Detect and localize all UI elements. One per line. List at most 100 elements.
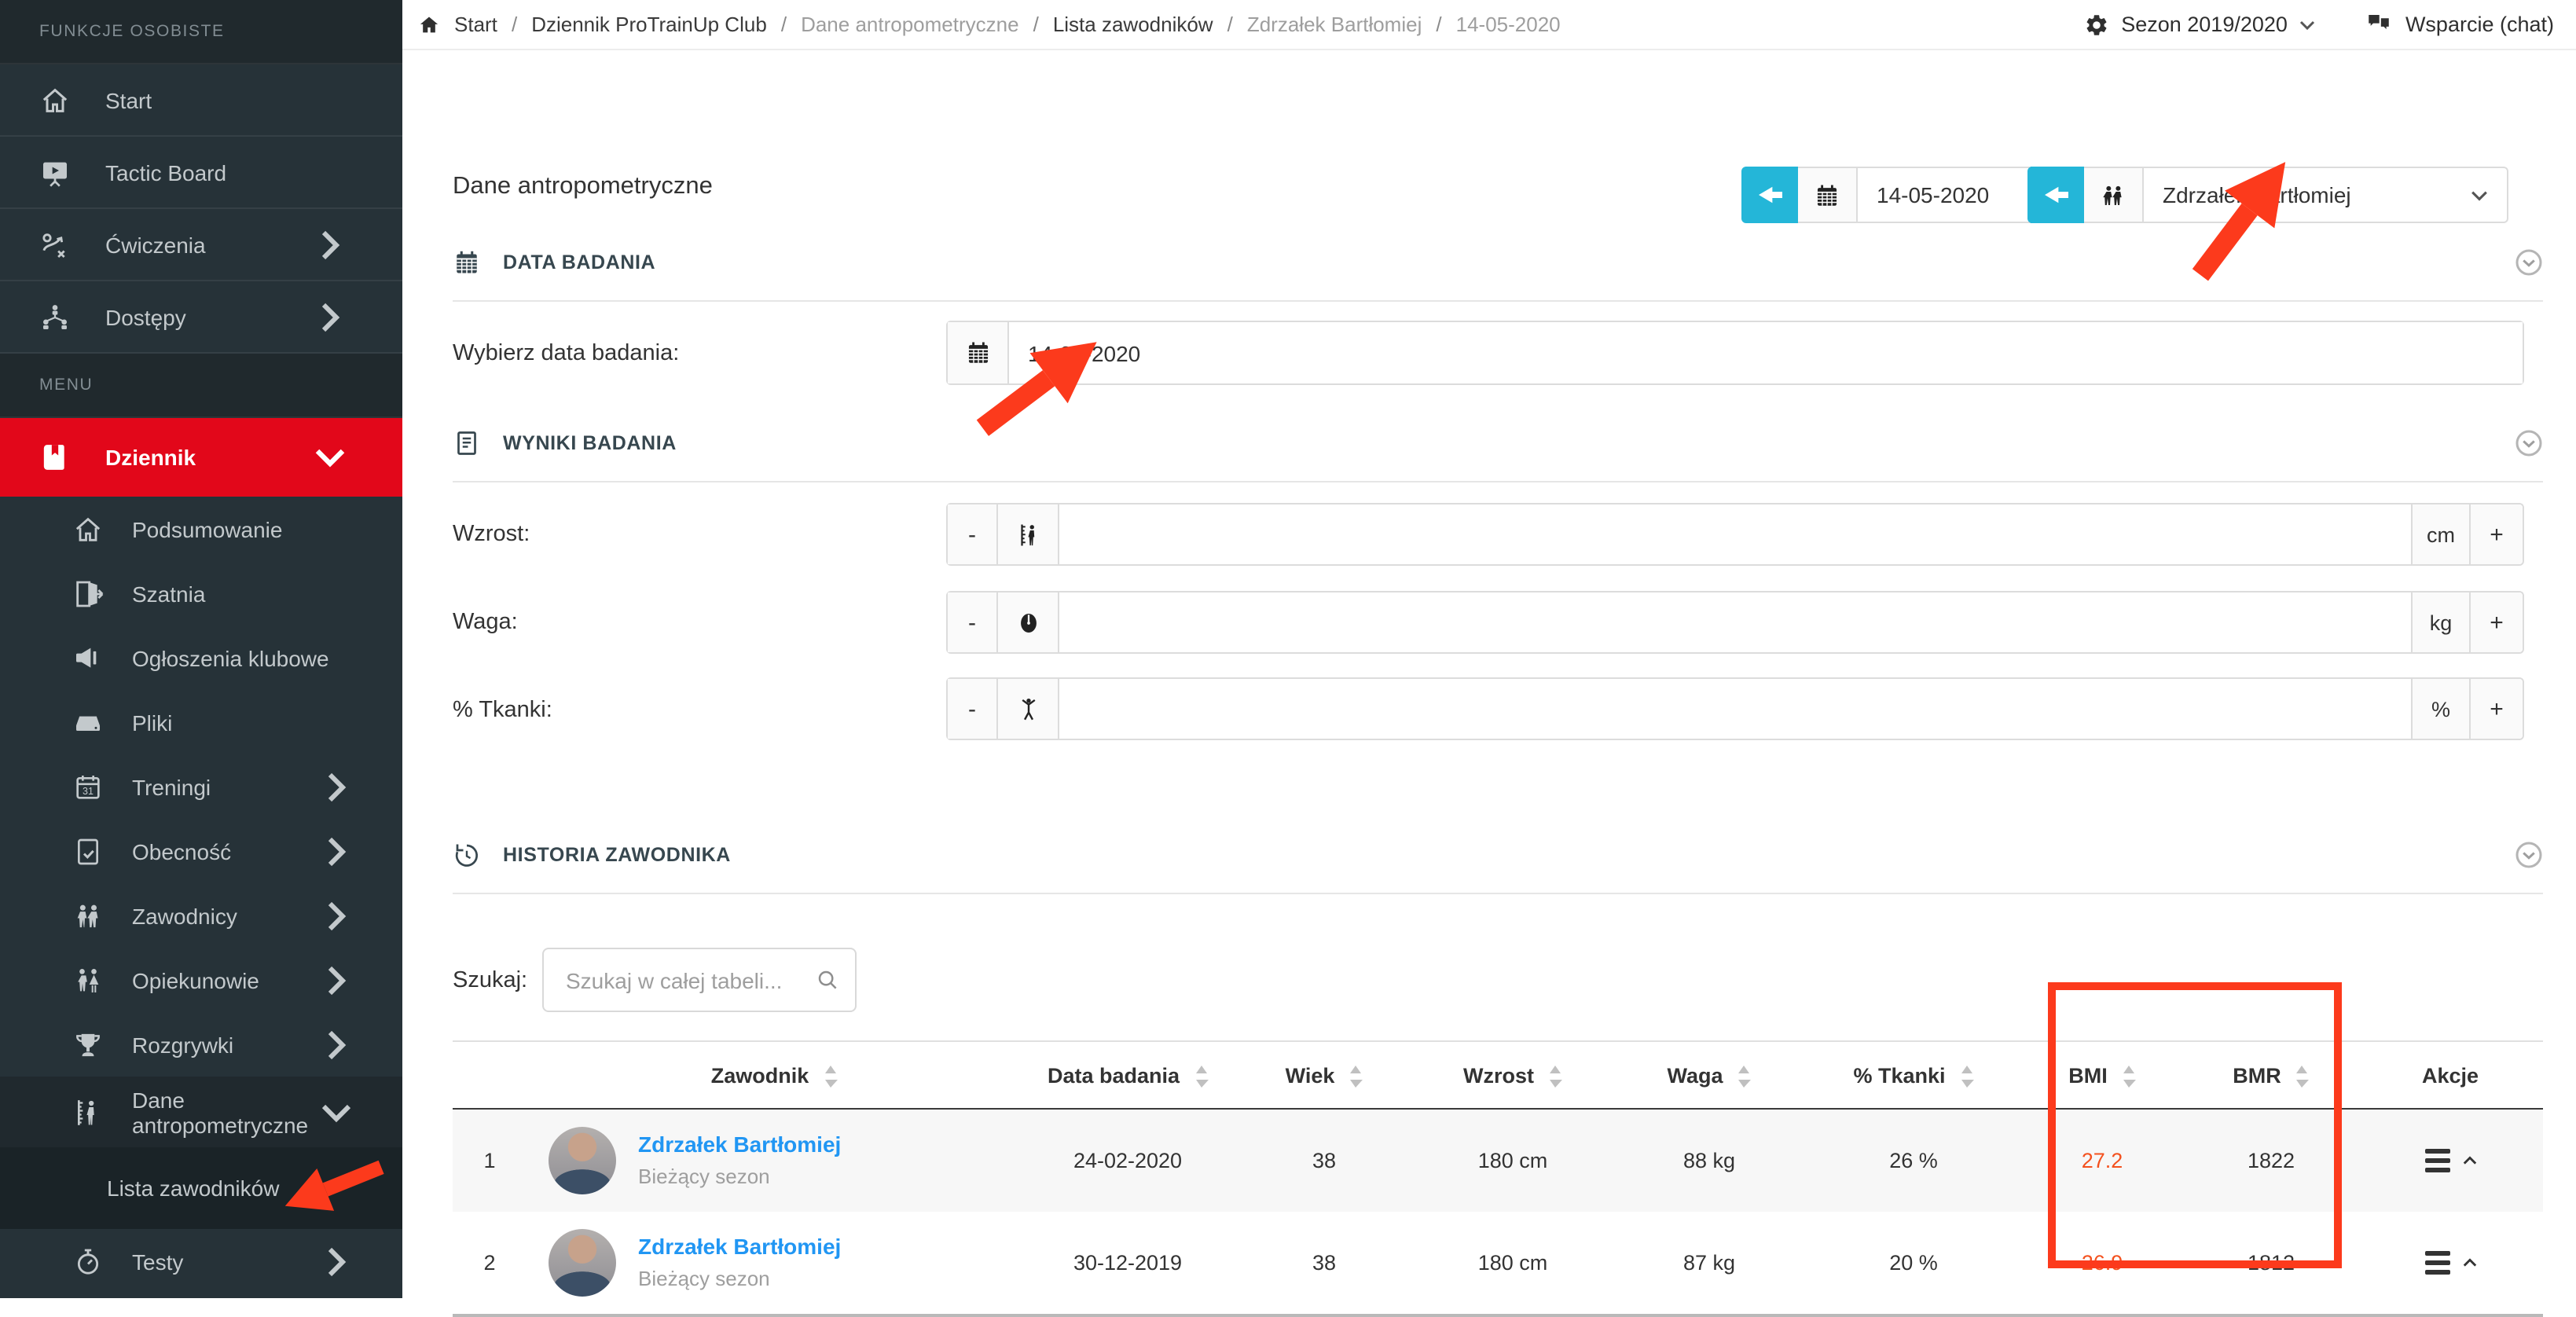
row-actions-menu[interactable] (2424, 1149, 2476, 1172)
sidebar-item-zawodnicy[interactable]: Zawodnicy (0, 883, 402, 948)
decrement-button[interactable]: - (948, 504, 998, 564)
breadcrumb-player[interactable]: Zdrzałek Bartłomiej (1247, 13, 1422, 36)
sort-icon[interactable] (1548, 1063, 1562, 1087)
sidebar-item-label: Dostępy (105, 304, 314, 329)
sort-icon[interactable] (1738, 1063, 1752, 1087)
chevron-right-icon (321, 964, 352, 996)
app-window: FUNKCJE OSOBISTE Start Tactic Board Ćwic… (0, 0, 2576, 1298)
sort-icon[interactable] (1349, 1063, 1363, 1087)
header-waga[interactable]: Waga (1611, 1042, 1807, 1108)
season-selector[interactable]: Sezon 2019/2020 (2083, 12, 2316, 37)
prev-player-button[interactable] (2027, 167, 2084, 223)
height-measure-icon (998, 504, 1059, 564)
home-icon[interactable] (418, 13, 440, 35)
fat-cell: 20 % (1807, 1212, 2020, 1314)
row-actions-menu[interactable] (2424, 1251, 2476, 1275)
sidebar-item-pliki[interactable]: Pliki (0, 690, 402, 754)
weight-input[interactable] (1059, 592, 2411, 652)
decrement-button[interactable]: - (948, 679, 998, 739)
support-label: Wsparcie (chat) (2405, 13, 2554, 36)
sidebar-item-testy[interactable]: Testy (0, 1229, 402, 1293)
breadcrumb-separator: / (1227, 13, 1233, 36)
header-index (453, 1042, 527, 1108)
date-field-label: Wybierz data badania: (453, 341, 679, 366)
chevron-up-icon (2462, 1154, 2476, 1168)
sidebar-item-ogloszenia[interactable]: Ogłoszenia klubowe (0, 625, 402, 690)
sidebar-item-treningi[interactable]: 31 Treningi (0, 754, 402, 819)
sidebar-item-start[interactable]: Start (0, 64, 402, 137)
chevron-right-icon (321, 900, 352, 931)
fat-cell: 26 % (1807, 1110, 2020, 1212)
increment-button[interactable]: + (2469, 679, 2523, 739)
breadcrumb-start[interactable]: Start (454, 13, 497, 36)
header-bmr[interactable]: BMR (2185, 1042, 2358, 1108)
sidebar-item-dostepy[interactable]: Dostępy (0, 281, 402, 354)
breadcrumb-dane-antropometryczne[interactable]: Dane antropometryczne (801, 13, 1019, 36)
sidebar-item-szatnia[interactable]: Szatnia (0, 561, 402, 625)
sidebar-item-label: Szatnia (132, 581, 380, 606)
sort-icon[interactable] (2295, 1063, 2310, 1087)
sort-icon[interactable] (823, 1063, 837, 1087)
support-chat-button[interactable]: Wsparcie (chat) (2366, 11, 2554, 38)
date-nav-value[interactable]: 14-05-2020 (1858, 167, 2031, 223)
header-wzrost[interactable]: Wzrost (1415, 1042, 1611, 1108)
bmi-cell: 27.2 (2020, 1110, 2185, 1212)
increment-button[interactable]: + (2469, 504, 2523, 564)
history-table: Zawodnik Data badania Wiek Wzrost Waga %… (453, 1040, 2543, 1317)
search-input[interactable] (563, 966, 816, 994)
header-data-badania[interactable]: Data badania (1022, 1042, 1234, 1108)
sidebar-item-podsumowanie[interactable]: Podsumowanie (0, 497, 402, 561)
collapse-section-icon[interactable] (2515, 429, 2543, 457)
sidebar-item-label: Podsumowanie (132, 516, 380, 541)
sidebar-item-obecnosc[interactable]: Obecność (0, 819, 402, 883)
divider (453, 893, 2543, 894)
collapse-section-icon[interactable] (2515, 248, 2543, 277)
date-input[interactable] (1009, 322, 2523, 383)
header-zawodnik[interactable]: Zawodnik (527, 1042, 1022, 1108)
sidebar-item-dziennik[interactable]: Dziennik (0, 418, 402, 497)
sidebar-item-rozgrywki[interactable]: Rozgrywki (0, 1012, 402, 1077)
sidebar-item-label: Testy (132, 1249, 321, 1274)
sidebar-item-tactic-board[interactable]: Tactic Board (0, 137, 402, 209)
sidebar-item-lista-zawodnikow[interactable]: Lista zawodników (0, 1147, 402, 1229)
header-tkanki[interactable]: % Tkanki (1807, 1042, 2020, 1108)
calendar-icon (948, 322, 1009, 383)
fat-input[interactable] (1059, 679, 2411, 739)
decrement-button[interactable]: - (948, 592, 998, 652)
sidebar-item-label: Start (105, 87, 380, 112)
height-label: Wzrost: (453, 522, 530, 547)
sidebar-item-label: Rozgrywki (132, 1032, 321, 1057)
sort-icon[interactable] (2122, 1063, 2136, 1087)
players-icon (2084, 167, 2144, 223)
breadcrumb-date[interactable]: 14-05-2020 (1456, 13, 1561, 36)
header-bmi[interactable]: BMI (2020, 1042, 2185, 1108)
sidebar-item-opiekunowie[interactable]: Opiekunowie (0, 948, 402, 1012)
player-link[interactable]: Zdrzałek Bartłomiej (638, 1231, 841, 1264)
height-input[interactable] (1059, 504, 2411, 564)
sidebar-item-cwiczenia[interactable]: Ćwiczenia (0, 209, 402, 281)
chevron-right-icon (321, 1029, 352, 1060)
chevron-up-icon (2462, 1256, 2476, 1270)
increment-button[interactable]: + (2469, 592, 2523, 652)
chevron-down-icon (2300, 17, 2316, 32)
breadcrumb: Start / Dziennik ProTrainUp Club / Dane … (418, 13, 1561, 36)
player-link[interactable]: Zdrzałek Bartłomiej (638, 1129, 841, 1162)
collapse-section-icon[interactable] (2515, 841, 2543, 869)
row-index: 2 (453, 1212, 527, 1314)
sidebar-submenu: Podsumowanie Szatnia Ogłoszenia klubowe … (0, 497, 402, 1293)
player-select[interactable]: Zdrzałek Bartłomiej (2144, 167, 2508, 223)
prev-date-button[interactable] (1741, 167, 1798, 223)
sidebar-item-dane-antropometryczne[interactable]: Dane antropometryczne (0, 1077, 402, 1147)
breadcrumb-lista-zawodnikow[interactable]: Lista zawodników (1053, 13, 1213, 36)
bmr-cell: 1822 (2185, 1110, 2358, 1212)
header-wiek[interactable]: Wiek (1234, 1042, 1415, 1108)
history-icon (453, 841, 481, 869)
breadcrumb-dziennik-club[interactable]: Dziennik ProTrainUp Club (531, 13, 767, 36)
player-cell: Zdrzałek Bartłomiej Bieżący sezon (527, 1110, 1022, 1212)
svg-text:31: 31 (83, 785, 94, 796)
sort-icon[interactable] (1960, 1063, 1974, 1087)
sort-icon[interactable] (1194, 1063, 1208, 1087)
menu-icon (2424, 1149, 2449, 1172)
search-box (542, 948, 857, 1012)
actions-cell (2358, 1110, 2543, 1212)
